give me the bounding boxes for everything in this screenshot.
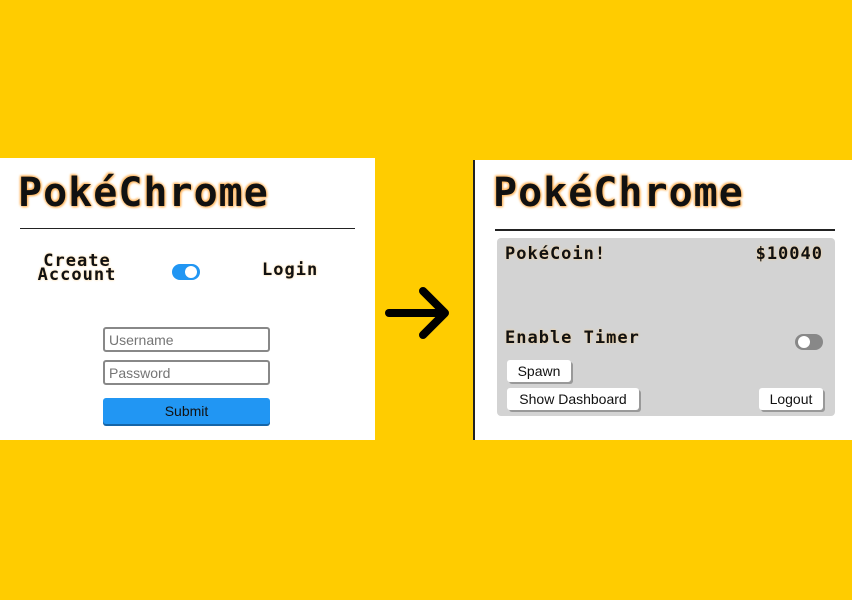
toggle-knob [798,336,810,348]
right-arrow-icon [385,287,449,339]
create-account-label[interactable]: Create Account [22,253,132,284]
username-field[interactable] [103,327,270,352]
header-divider [20,228,355,229]
coin-label: PokéCoin! [505,244,607,264]
login-label[interactable]: Login [262,260,318,280]
login-panel: PokéChrome Create Account Login Submit [0,158,375,440]
timer-label: Enable Timer [505,328,640,348]
dashboard-box: PokéCoin! $10040 Enable Timer Spawn Show… [497,238,835,416]
timer-toggle[interactable] [795,334,823,350]
password-field[interactable] [103,360,270,385]
coin-value: $10040 [755,244,823,264]
header-divider [495,229,835,231]
logo-title: PokéChrome [493,170,744,216]
submit-button[interactable]: Submit [103,398,270,424]
show-dashboard-button[interactable]: Show Dashboard [507,388,639,410]
logo-title: PokéChrome [18,170,269,216]
toggle-knob [185,266,197,278]
mode-toggle[interactable] [172,264,200,280]
logout-button[interactable]: Logout [759,388,823,410]
spawn-button[interactable]: Spawn [507,360,571,382]
dashboard-panel: PokéChrome PokéCoin! $10040 Enable Timer… [473,160,852,440]
